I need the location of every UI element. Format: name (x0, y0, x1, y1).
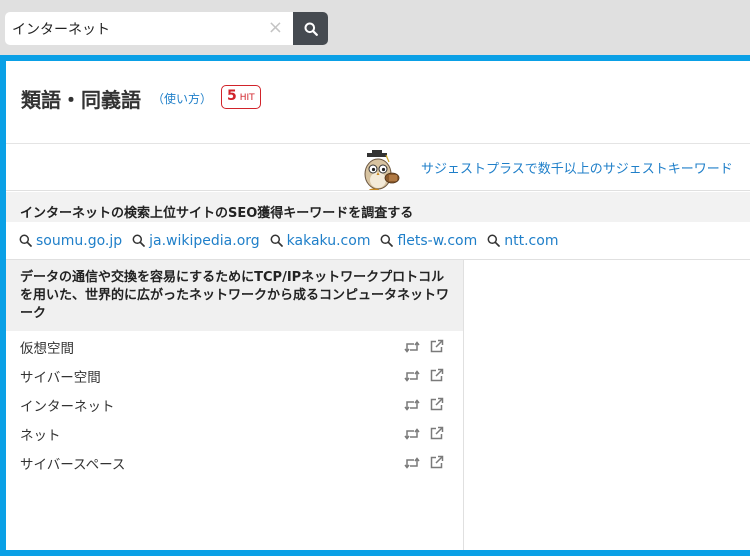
site-link-label: kakaku.com (286, 232, 371, 249)
promo-row: サジェストプラスで数千以上のサジェストキーワード (6, 145, 750, 191)
word-actions (404, 397, 444, 412)
hit-badge: 5 HIT (221, 85, 261, 109)
synonym-list: 仮想空間 サイバー空間 インターネット ネット サイバースペース (6, 332, 463, 477)
synonym-word[interactable]: サイバースペース (20, 453, 125, 473)
search-icon (304, 22, 318, 36)
external-link-icon[interactable] (429, 339, 444, 354)
column-divider (463, 260, 464, 550)
external-link-icon[interactable] (429, 368, 444, 383)
word-actions (404, 339, 444, 354)
hit-label: HIT (239, 93, 255, 103)
site-link-label: flets-w.com (397, 232, 478, 249)
site-link[interactable]: soumu.go.jp (19, 233, 122, 249)
site-link-label: soumu.go.jp (36, 232, 123, 249)
list-item: ネット (6, 419, 463, 448)
promo-link[interactable]: サジェストプラスで数千以上のサジェストキーワード (421, 158, 733, 177)
site-link-label: ja.wikipedia.org (149, 232, 260, 249)
results-frame: 類語・同義語 （使い方） 5 HIT サジェストプラスで数千以上のサジェストキー… (0, 55, 750, 556)
seo-title: インターネットの検索上位サイトのSEO獲得キーワードを調査する (20, 206, 414, 221)
list-item: サイバー空間 (6, 361, 463, 390)
list-item: 仮想空間 (6, 332, 463, 361)
search-button[interactable] (293, 12, 328, 45)
synonym-word[interactable]: サイバー空間 (20, 366, 101, 386)
synonym-word[interactable]: ネット (20, 424, 61, 444)
external-link-icon[interactable] (429, 397, 444, 412)
howto-link[interactable]: （使い方） (152, 90, 212, 107)
definition-text: データの通信や交換を容易にするためにTCP/IPネットワークプロトコルを用いた、… (6, 260, 463, 331)
retweet-icon[interactable] (404, 456, 420, 470)
synonym-word[interactable]: インターネット (20, 395, 115, 415)
search-box: × (5, 12, 293, 45)
word-actions (404, 368, 444, 383)
search-icon (270, 234, 283, 247)
external-link-icon[interactable] (429, 426, 444, 441)
word-actions (404, 426, 444, 441)
page-title: 類語・同義語 (21, 88, 141, 112)
retweet-icon[interactable] (404, 369, 420, 383)
site-list: soumu.go.jp ja.wikipedia.org kakaku.com … (6, 222, 750, 260)
search-icon (19, 234, 32, 247)
hit-count: 5 (227, 88, 237, 104)
site-link[interactable]: ntt.com (487, 233, 558, 249)
clear-icon[interactable]: × (268, 18, 283, 38)
site-link[interactable]: flets-w.com (380, 233, 477, 249)
retweet-icon[interactable] (404, 340, 420, 354)
retweet-icon[interactable] (404, 427, 420, 441)
site-link[interactable]: ja.wikipedia.org (132, 233, 260, 249)
results-panel: 類語・同義語 （使い方） 5 HIT サジェストプラスで数千以上のサジェストキー… (6, 61, 750, 550)
external-link-icon[interactable] (429, 455, 444, 470)
list-item: サイバースペース (6, 448, 463, 477)
mascot-owl-image (364, 150, 400, 190)
retweet-icon[interactable] (404, 398, 420, 412)
search-icon (132, 234, 145, 247)
search-icon (487, 234, 501, 247)
search-icon (381, 234, 394, 247)
synonym-word[interactable]: 仮想空間 (20, 337, 74, 357)
site-link-label: ntt.com (504, 232, 559, 249)
word-actions (404, 455, 444, 470)
site-link[interactable]: kakaku.com (270, 232, 371, 249)
title-row: 類語・同義語 （使い方） 5 HIT (6, 61, 750, 144)
seo-header: インターネットの検索上位サイトのSEO獲得キーワードを調査する (6, 192, 750, 222)
search-bar: × (0, 0, 750, 55)
list-item: インターネット (6, 390, 463, 419)
search-input[interactable] (5, 12, 255, 45)
